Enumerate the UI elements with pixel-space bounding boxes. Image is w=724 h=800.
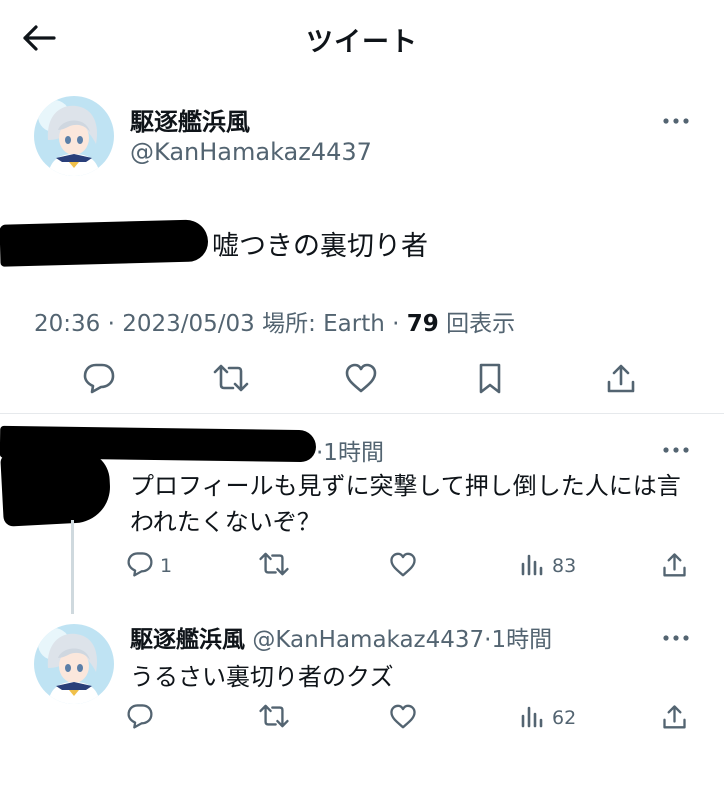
share-icon	[606, 362, 636, 398]
timestamp: 20:36 · 2023/05/03 場所: Earth ·	[34, 311, 407, 337]
bookmark-icon	[477, 362, 503, 398]
more-icon	[663, 626, 689, 645]
reply-button[interactable]	[78, 360, 120, 400]
retweet-icon	[258, 703, 290, 733]
like-button[interactable]	[387, 702, 419, 734]
share-icon	[662, 551, 687, 582]
views-button[interactable]: 62	[520, 702, 590, 734]
tweet-text: 嘘つきの裏切り者	[212, 231, 428, 262]
avatar[interactable]	[34, 96, 114, 176]
reply-icon	[126, 703, 154, 733]
views-button[interactable]: 83	[520, 550, 590, 582]
tweet-metadata: 20:36 · 2023/05/03 場所: Earth · 79 回表示	[34, 304, 515, 338]
reply-time[interactable]: ·1時間	[484, 627, 552, 653]
retweet-button[interactable]	[256, 550, 292, 582]
divider	[0, 413, 724, 414]
views-label: 回表示	[438, 311, 516, 337]
share-button[interactable]	[600, 360, 642, 400]
reply-icon	[126, 551, 154, 581]
more-options-button[interactable]	[661, 437, 691, 457]
analytics-icon	[520, 552, 544, 580]
reply-count: 1	[160, 555, 173, 577]
more-icon	[663, 438, 689, 457]
more-options-button[interactable]	[661, 625, 691, 645]
reply-text: うるさい裏切り者のクズ	[130, 663, 394, 691]
like-button[interactable]	[387, 550, 419, 582]
avatar[interactable]	[34, 624, 114, 704]
redaction-mark	[0, 449, 112, 527]
share-button[interactable]	[658, 550, 690, 582]
thread-line	[71, 520, 74, 614]
retweet-icon	[258, 551, 290, 581]
share-icon	[662, 703, 687, 734]
share-button[interactable]	[658, 702, 690, 734]
bookmark-button[interactable]	[470, 360, 510, 400]
reply-button[interactable]	[126, 702, 162, 734]
reply-button[interactable]: 1	[126, 550, 186, 582]
redaction-mark	[0, 219, 209, 267]
like-icon	[389, 552, 417, 581]
user-handle[interactable]: @KanHamakaz4437	[252, 627, 484, 653]
reply-time[interactable]: ·1時間	[316, 433, 384, 467]
like-icon	[344, 363, 378, 397]
view-count: 62	[552, 707, 577, 729]
analytics-icon	[520, 704, 544, 732]
like-button[interactable]	[340, 360, 382, 400]
reply-icon	[82, 362, 116, 398]
reply-header: 駆逐艦浜風 @KanHamakaz4437·1時間	[130, 620, 552, 654]
more-options-button[interactable]	[661, 108, 691, 128]
user-handle[interactable]: @KanHamakaz4437	[130, 138, 372, 166]
like-icon	[389, 704, 417, 733]
more-icon	[663, 109, 689, 128]
reply-text: プロフィールも見ずに突撃して押し倒した人には言われたくないぞ？	[130, 472, 681, 536]
page-title: ツイート	[306, 27, 418, 58]
view-count: 79	[406, 311, 439, 337]
display-name[interactable]: 駆逐艦浜風	[130, 102, 250, 137]
retweet-icon	[212, 363, 250, 397]
retweet-button[interactable]	[209, 360, 253, 400]
retweet-button[interactable]	[256, 702, 292, 734]
view-count: 83	[552, 555, 577, 577]
display-name[interactable]: 駆逐艦浜風	[130, 627, 245, 653]
